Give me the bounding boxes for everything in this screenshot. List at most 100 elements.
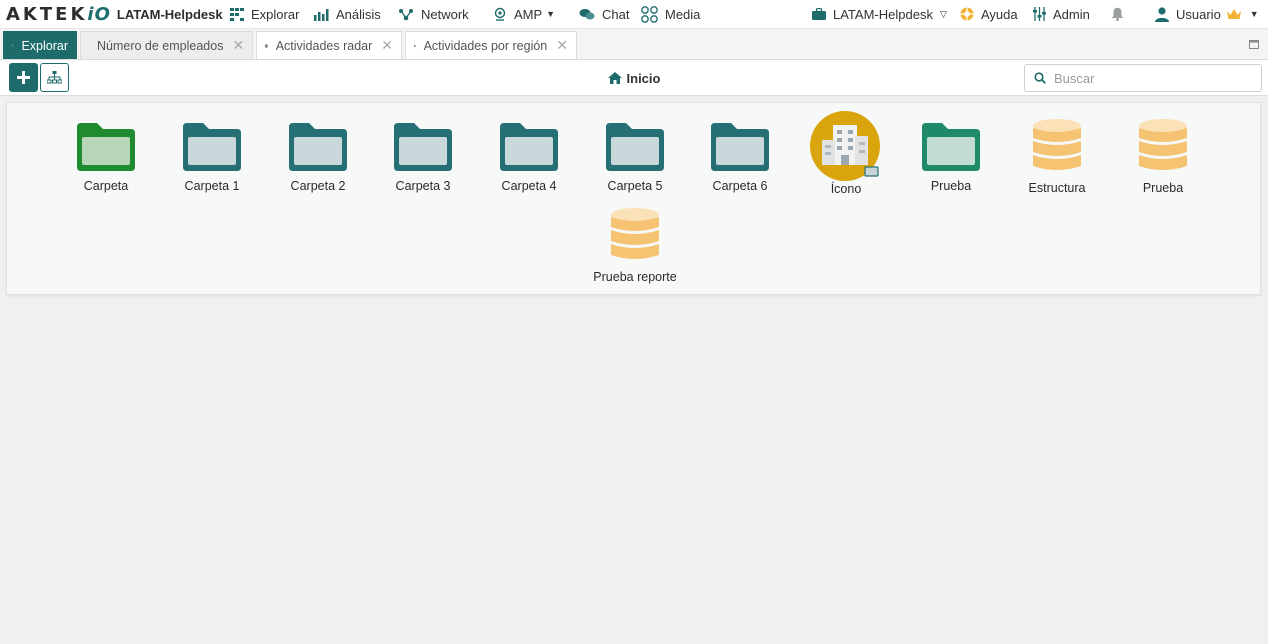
tab-label: Número de empleados (97, 38, 224, 53)
item-label: Carpeta 1 (184, 179, 240, 193)
folder-icon (289, 123, 347, 171)
icon-item[interactable]: Ícono (793, 110, 899, 196)
grid-icon (230, 7, 244, 21)
folder-item[interactable]: Carpeta 5 (582, 119, 688, 193)
grid-icon (12, 44, 14, 47)
workspace-selector-label: LATAM-Helpdesk (833, 6, 933, 22)
chevron-down-icon: ▼ (1249, 9, 1259, 19)
chat-icon (579, 8, 595, 19)
tab-actividades-region[interactable]: Actividades por región ✕ (405, 31, 577, 59)
user-menu[interactable]: Usuario ▼ (1155, 0, 1259, 29)
nav-chat-label: Chat (602, 6, 630, 22)
nav-media[interactable]: Media (641, 0, 700, 29)
folder-item[interactable]: Prueba (898, 119, 1004, 193)
user-menu-label: Usuario (1176, 6, 1221, 22)
help-lifebuoy-icon (960, 7, 974, 21)
crown-icon (1226, 9, 1241, 19)
close-icon[interactable]: ✕ (381, 37, 393, 54)
logo-text: AKTEK (6, 3, 88, 25)
database-item[interactable]: Prueba (1110, 118, 1216, 195)
nav-network[interactable]: Network (398, 0, 469, 29)
item-label: Carpeta 4 (501, 179, 557, 193)
plus-icon (17, 71, 30, 84)
item-label: Prueba (1142, 181, 1184, 195)
database-item[interactable]: Estructura (1004, 118, 1110, 195)
nav-admin[interactable]: Admin (1033, 0, 1090, 29)
item-label: Prueba (930, 179, 972, 193)
home-icon (607, 72, 622, 84)
tab-explorar[interactable]: Explorar (3, 31, 77, 59)
chevron-down-icon: ▼ (546, 9, 556, 19)
tab-label: Actividades radar (275, 38, 373, 53)
folder-icon (711, 123, 769, 171)
search-input[interactable] (1054, 70, 1244, 86)
database-item[interactable]: Prueba reporte (582, 207, 688, 284)
database-icon (1139, 119, 1187, 170)
item-label: Prueba reporte (593, 270, 677, 284)
item-label: Carpeta 3 (395, 179, 451, 193)
folder-icon (394, 123, 452, 171)
item-label: Estructura (1028, 181, 1086, 195)
nav-amp-label: AMP (514, 6, 543, 22)
media-icon (641, 5, 658, 23)
folder-item[interactable]: Carpeta (53, 119, 159, 193)
tab-numero-empleados[interactable]: Número de empleados ✕ (80, 31, 253, 59)
logo-suffix: iO (87, 3, 111, 25)
item-label: Carpeta (83, 179, 129, 193)
database-icon (265, 43, 268, 48)
amp-icon (494, 7, 506, 21)
workspace-name: LATAM-Helpdesk (116, 6, 223, 22)
item-label: Carpeta 2 (290, 179, 346, 193)
app-logo[interactable]: AKTEK iO LATAM-Helpdesk (6, 0, 223, 29)
folder-item[interactable]: Carpeta 2 (265, 119, 371, 193)
user-icon (1155, 6, 1169, 22)
database-icon (611, 208, 659, 259)
add-button[interactable] (9, 63, 38, 92)
window-maximize-icon[interactable] (1249, 40, 1259, 49)
nav-explorar[interactable]: Explorar (230, 0, 299, 29)
folder-item[interactable]: Carpeta 6 (687, 119, 793, 193)
nav-admin-label: Admin (1053, 6, 1090, 22)
close-icon[interactable]: ✕ (556, 37, 568, 54)
bar-chart-icon (314, 8, 329, 21)
tab-label: Explorar (21, 38, 68, 53)
nav-media-label: Media (665, 6, 701, 22)
folder-icon (922, 123, 980, 171)
close-icon[interactable]: ✕ (232, 37, 244, 54)
folder-item[interactable]: Carpeta 4 (476, 119, 582, 193)
item-label: Carpeta 5 (607, 179, 663, 193)
explorer-panel: Carpeta Carpeta 1 Carpeta 2 Carpeta 3 Ca… (6, 102, 1261, 295)
nav-explorar-label: Explorar (251, 6, 300, 22)
folder-item[interactable]: Carpeta 1 (159, 119, 265, 193)
nav-amp[interactable]: AMP ▼ (493, 0, 555, 29)
nav-chat[interactable]: Chat (579, 0, 629, 29)
network-icon (399, 8, 413, 20)
nav-network-label: Network (421, 6, 469, 22)
search-box (1024, 64, 1262, 92)
nav-ayuda-label: Ayuda (981, 6, 1018, 22)
folder-icon (77, 123, 135, 171)
nav-analisis-label: Análisis (336, 6, 381, 22)
chevron-down-icon: ▽ (939, 8, 947, 19)
nav-ayuda[interactable]: Ayuda (960, 0, 1018, 29)
nav-analisis[interactable]: Análisis (314, 0, 381, 29)
item-label: Ícono (830, 182, 862, 196)
tab-label: Actividades por región (423, 38, 548, 53)
database-icon (414, 44, 416, 47)
database-icon (1033, 119, 1081, 170)
tree-view-button[interactable] (40, 63, 69, 92)
breadcrumb-home[interactable]: Inicio (627, 71, 661, 86)
tab-actividades-radar[interactable]: Actividades radar ✕ (256, 31, 402, 59)
sitemap-icon (47, 71, 62, 84)
search-icon (1034, 72, 1046, 84)
folder-item[interactable]: Carpeta 3 (370, 119, 476, 193)
briefcase-icon (812, 8, 826, 20)
folder-icon (500, 123, 558, 171)
item-label: Carpeta 6 (712, 179, 768, 193)
folder-icon (183, 123, 241, 171)
sliders-icon (1033, 7, 1046, 21)
notifications-button[interactable] (1111, 0, 1131, 29)
explorer-toolbar: Inicio (0, 60, 1268, 96)
workspace-selector[interactable]: LATAM-Helpdesk ▽ (812, 0, 947, 29)
tabs-bar: Explorar Número de empleados ✕ Actividad… (0, 29, 1268, 60)
